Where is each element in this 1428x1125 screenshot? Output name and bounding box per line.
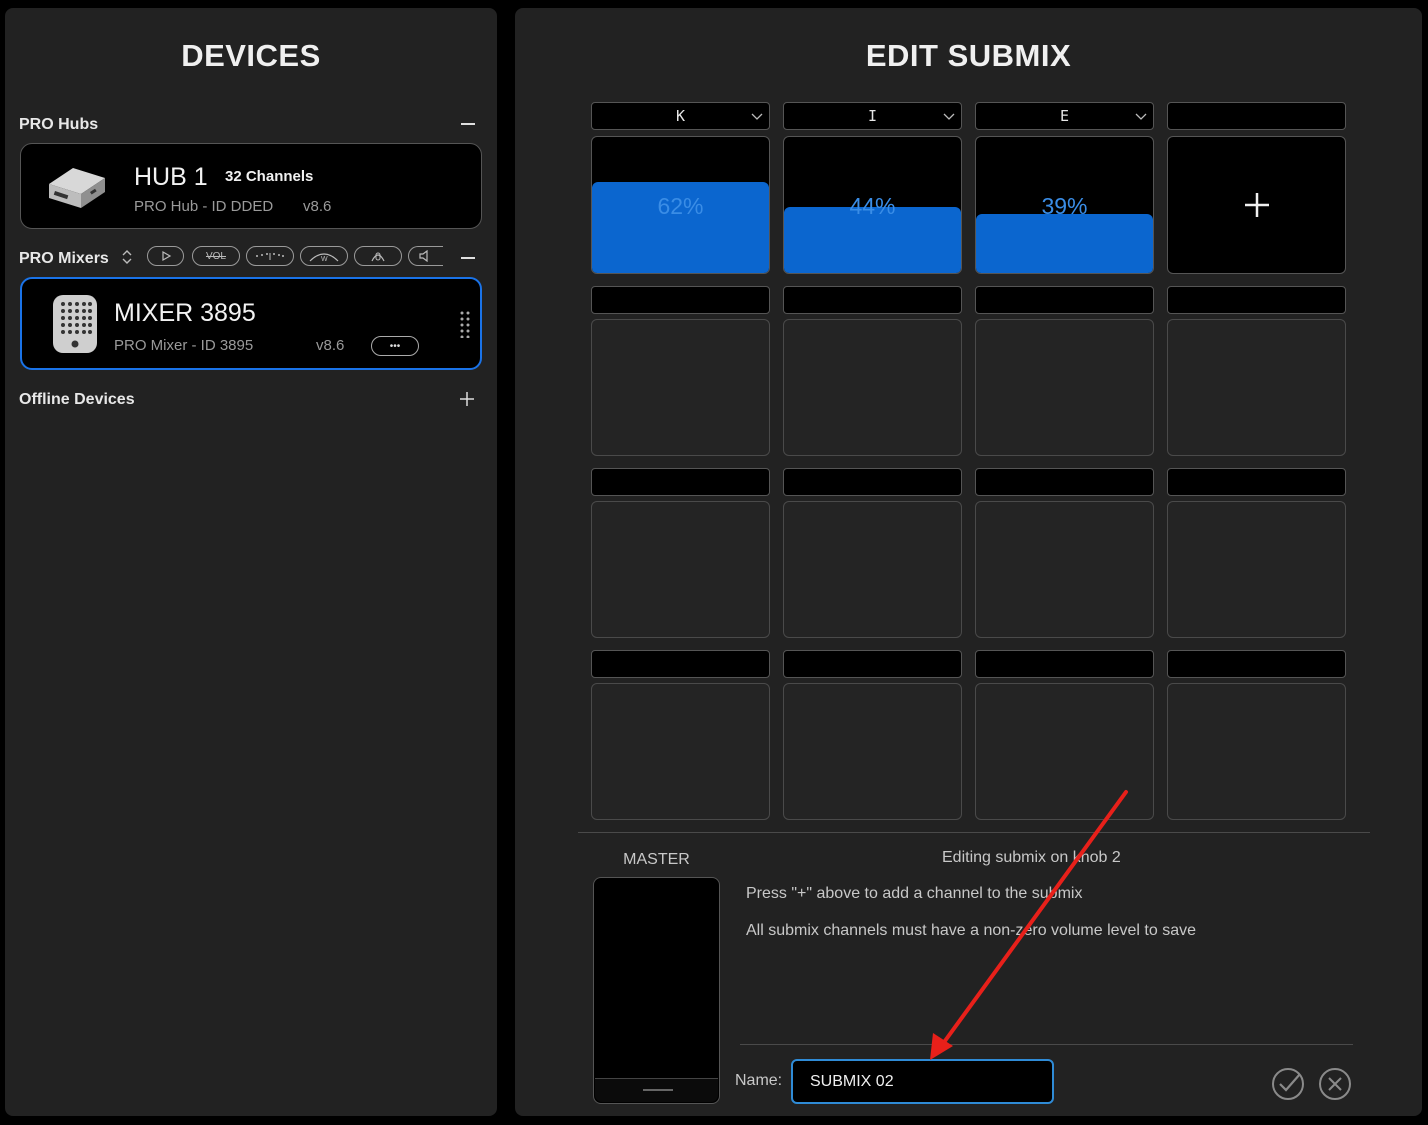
arc-w-icon: W	[309, 253, 339, 263]
play-chip[interactable]	[147, 246, 184, 266]
check-circle-icon	[1272, 1068, 1304, 1100]
mixer-version: v8.6	[316, 337, 345, 354]
empty-slot-header	[591, 286, 770, 314]
plus-icon	[1244, 193, 1269, 217]
chevron-down-icon	[751, 113, 763, 120]
empty-slot	[591, 683, 770, 820]
edit-submix-panel: EDIT SUBMIX K I E 62% 44% 39% MASTER Edi…	[515, 8, 1422, 1116]
editing-status-text: Editing submix on knob 2	[942, 849, 1121, 866]
empty-slot	[1167, 319, 1346, 456]
offline-devices-heading: Offline Devices	[19, 391, 135, 408]
mixer-device-icon	[52, 294, 98, 359]
hint-nonzero-volume: All submix channels must have a non-zero…	[746, 922, 1196, 939]
mixer-name: MIXER 3895	[114, 299, 256, 327]
empty-slot-header	[591, 650, 770, 678]
close-circle-icon	[1319, 1068, 1351, 1100]
empty-slot	[783, 683, 962, 820]
mixer-subtitle: PRO Mixer - ID 3895	[114, 337, 254, 354]
empty-slot	[975, 683, 1154, 820]
minus-icon	[461, 257, 475, 259]
hub-card[interactable]: HUB 1 32 Channels PRO Hub - ID DDED v8.6	[20, 143, 482, 229]
volume-percent-k: 62%	[657, 193, 704, 219]
volume-fill-e	[976, 214, 1153, 273]
empty-slot	[591, 319, 770, 456]
minus-icon	[461, 123, 475, 125]
channel-select-e[interactable]: E	[975, 102, 1154, 130]
channel-label-k: K	[675, 107, 686, 125]
plus-icon	[460, 392, 474, 406]
save-button[interactable]	[1271, 1067, 1305, 1101]
add-channel-button[interactable]	[1167, 136, 1346, 274]
hub-version: v8.6	[303, 198, 332, 215]
empty-slot-header	[1167, 650, 1346, 678]
submix-name-input[interactable]	[791, 1059, 1054, 1104]
eq-chip[interactable]	[246, 246, 294, 266]
empty-slot-header	[783, 650, 962, 678]
hub-subtitle: PRO Hub - ID DDED	[134, 198, 274, 215]
play-icon	[161, 250, 171, 262]
more-options-button[interactable]: •••	[371, 336, 419, 356]
name-label: Name:	[735, 1072, 783, 1089]
devices-title: DEVICES	[181, 38, 321, 73]
empty-slot-header	[975, 286, 1154, 314]
add-offline-device-button[interactable]	[459, 391, 475, 412]
devices-panel: DEVICES PRO Hubs HUB 1 32 Channels PRO H…	[5, 8, 497, 1116]
channel-label-i: I	[867, 107, 878, 125]
empty-slot-header	[1167, 286, 1346, 314]
sort-updown-icon[interactable]	[121, 248, 133, 271]
master-slider-handle[interactable]	[595, 1078, 718, 1102]
empty-slot	[591, 501, 770, 638]
channel-label-e: E	[1059, 107, 1070, 125]
divider	[578, 832, 1370, 833]
empty-slot-header	[783, 286, 962, 314]
grip-line	[643, 1089, 673, 1091]
chevron-down-icon	[943, 113, 955, 120]
mic-icon	[371, 252, 385, 262]
divider	[740, 1044, 1353, 1045]
chevron-down-icon	[1135, 113, 1147, 120]
empty-slot-header	[975, 468, 1154, 496]
master-volume-slider[interactable]	[593, 877, 720, 1104]
drag-handle-icon[interactable]	[460, 310, 470, 343]
hub-device-icon	[43, 162, 109, 217]
empty-slot	[975, 319, 1154, 456]
empty-slot	[975, 501, 1154, 638]
empty-slot	[1167, 683, 1346, 820]
channel-select-empty[interactable]	[1167, 102, 1346, 130]
volume-percent-e: 39%	[1041, 193, 1088, 219]
channel-select-i[interactable]: I	[783, 102, 962, 130]
hub-channels: 32 Channels	[225, 168, 314, 185]
w-chip[interactable]: W	[300, 246, 348, 266]
vol-chip[interactable]: VOL	[192, 246, 240, 266]
empty-slot-header	[591, 468, 770, 496]
master-label: MASTER	[623, 851, 690, 868]
empty-slot	[1167, 501, 1346, 638]
volume-slider-e[interactable]: 39%	[975, 136, 1154, 274]
speaker-icon	[419, 250, 428, 262]
eq-icon	[256, 253, 284, 260]
volume-percent-i: 44%	[849, 193, 896, 219]
edit-submix-title: EDIT SUBMIX	[865, 38, 1072, 73]
hint-add-channel: Press "+" above to add a channel to the …	[746, 885, 1083, 902]
empty-slot	[783, 501, 962, 638]
volume-slider-i[interactable]: 44%	[783, 136, 962, 274]
cancel-button[interactable]	[1318, 1067, 1352, 1101]
empty-slot-header	[783, 468, 962, 496]
volume-slider-k[interactable]: 62%	[591, 136, 770, 274]
speaker-chip[interactable]	[408, 246, 443, 266]
empty-slot-header	[975, 650, 1154, 678]
empty-slot-header	[1167, 468, 1346, 496]
pro-hubs-heading: PRO Hubs	[19, 116, 99, 133]
empty-slot	[783, 319, 962, 456]
collapse-hubs-button[interactable]	[459, 114, 477, 132]
channel-select-k[interactable]: K	[591, 102, 770, 130]
mic-chip[interactable]	[354, 246, 402, 266]
mixer-card[interactable]: MIXER 3895 PRO Mixer - ID 3895 v8.6 •••	[20, 277, 482, 370]
collapse-mixers-button[interactable]	[459, 248, 477, 266]
hub-name: HUB 1	[134, 163, 208, 191]
w-chip-label: W	[321, 256, 328, 263]
pro-mixers-heading: PRO Mixers	[19, 250, 109, 267]
